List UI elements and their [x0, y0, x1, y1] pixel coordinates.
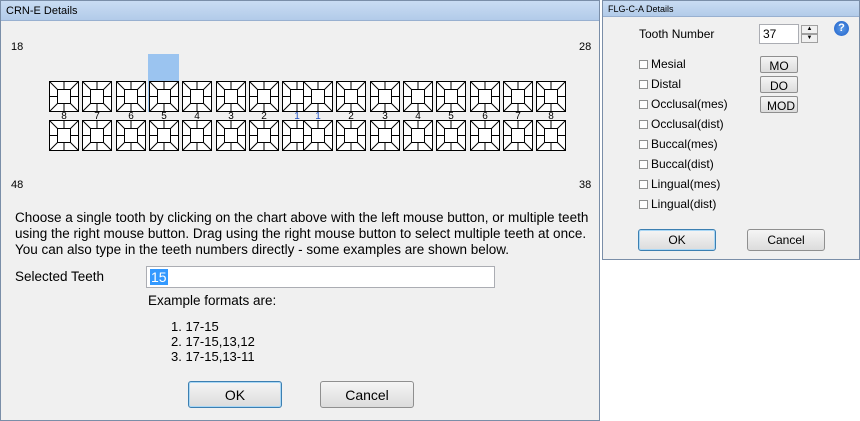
occlusal-mes-label: Occlusal(mes)	[651, 97, 728, 111]
lower-tooth-left-8[interactable]	[536, 120, 566, 151]
example-format-3: 3. 17-15,13-11	[171, 349, 255, 364]
upper-tooth-right-8[interactable]	[49, 81, 79, 112]
lower-tooth-right-5[interactable]	[149, 120, 179, 151]
help-icon[interactable]: ?	[834, 21, 849, 36]
lower-tooth-left-5[interactable]	[436, 120, 466, 151]
upper-tooth-right-7[interactable]	[82, 81, 112, 112]
tooth-number-value: 37	[763, 27, 777, 41]
lower-tooth-left-4[interactable]	[403, 120, 433, 151]
mesial-checkbox[interactable]	[639, 60, 648, 69]
buccal-dist-checkbox[interactable]	[639, 160, 648, 169]
upper-tooth-left-1[interactable]	[303, 81, 333, 112]
buccal-mes-checkbox[interactable]	[639, 140, 648, 149]
tooth-chart[interactable]: 8765432112345678	[1, 1, 601, 201]
upper-tooth-right-5[interactable]	[149, 81, 179, 112]
upper-tooth-right-2[interactable]	[249, 81, 279, 112]
lingual-dist-label: Lingual(dist)	[651, 197, 717, 211]
example-format-1: 1. 17-15	[171, 319, 219, 334]
flg-ok-button[interactable]: OK	[638, 229, 716, 251]
lingual-mes-checkbox[interactable]	[639, 180, 648, 189]
crn-details-window: CRN-E Details 18 28 48 38 87654321123456…	[0, 0, 600, 421]
mesial-label: Mesial	[651, 57, 686, 71]
instructions-line-3: You can also type in the teeth numbers d…	[15, 242, 510, 257]
upper-tooth-left-2[interactable]	[336, 81, 366, 112]
lingual-dist-checkbox[interactable]	[639, 200, 648, 209]
buccal-dist-label: Buccal(dist)	[651, 157, 714, 171]
tooth-number-spin-down[interactable]: ▼	[801, 34, 818, 43]
example-formats-title: Example formats are:	[148, 293, 277, 308]
selected-teeth-value: 15	[150, 269, 168, 285]
flg-window-title: FLG-C-A Details	[608, 4, 674, 14]
upper-tooth-left-4[interactable]	[403, 81, 433, 112]
upper-tooth-left-6[interactable]	[470, 81, 500, 112]
occlusal-dist-label: Occlusal(dist)	[651, 117, 724, 131]
crn-cancel-button[interactable]: Cancel	[320, 381, 414, 408]
instructions-line-1: Choose a single tooth by clicking on the…	[15, 210, 589, 225]
tooth-number-input[interactable]: 37	[759, 24, 799, 44]
distal-label: Distal	[651, 77, 682, 91]
lower-tooth-right-6[interactable]	[116, 120, 146, 151]
crn-ok-button[interactable]: OK	[188, 381, 282, 408]
flg-title-bar: FLG-C-A Details	[603, 1, 859, 17]
lower-tooth-right-4[interactable]	[182, 120, 212, 151]
upper-tooth-right-3[interactable]	[216, 81, 246, 112]
lingual-mes-label: Lingual(mes)	[651, 177, 721, 191]
lower-tooth-right-8[interactable]	[49, 120, 79, 151]
lower-tooth-left-1[interactable]	[303, 120, 333, 151]
buccal-mes-label: Buccal(mes)	[651, 137, 718, 151]
lower-tooth-left-2[interactable]	[336, 120, 366, 151]
flg-cancel-button[interactable]: Cancel	[747, 229, 825, 251]
occlusal-mes-checkbox[interactable]	[639, 100, 648, 109]
distal-checkbox[interactable]	[639, 80, 648, 89]
lower-tooth-left-3[interactable]	[370, 120, 400, 151]
lower-tooth-right-2[interactable]	[249, 120, 279, 151]
upper-tooth-left-3[interactable]	[370, 81, 400, 112]
tooth-number-label: Tooth Number	[639, 27, 715, 41]
lower-tooth-left-7[interactable]	[503, 120, 533, 151]
upper-tooth-left-5[interactable]	[436, 81, 466, 112]
mo-button[interactable]: MO	[760, 56, 798, 73]
flg-details-window: FLG-C-A Details Tooth Number 37 ▲ ▼ ? Me…	[602, 0, 860, 260]
lower-tooth-right-7[interactable]	[82, 120, 112, 151]
tooth-number-spin-up[interactable]: ▲	[801, 25, 818, 34]
do-button[interactable]: DO	[760, 76, 798, 93]
occlusal-dist-checkbox[interactable]	[639, 120, 648, 129]
selected-teeth-label: Selected Teeth	[15, 269, 105, 284]
mod-button[interactable]: MOD	[760, 96, 798, 113]
lower-tooth-right-3[interactable]	[216, 120, 246, 151]
upper-tooth-left-7[interactable]	[503, 81, 533, 112]
upper-tooth-right-4[interactable]	[182, 81, 212, 112]
upper-tooth-left-8[interactable]	[536, 81, 566, 112]
upper-tooth-right-6[interactable]	[116, 81, 146, 112]
instructions-line-2: using the right mouse button. Drag using…	[15, 226, 587, 241]
example-format-2: 2. 17-15,13,12	[171, 334, 255, 349]
lower-tooth-left-6[interactable]	[470, 120, 500, 151]
selected-teeth-input[interactable]: 15	[146, 266, 495, 288]
